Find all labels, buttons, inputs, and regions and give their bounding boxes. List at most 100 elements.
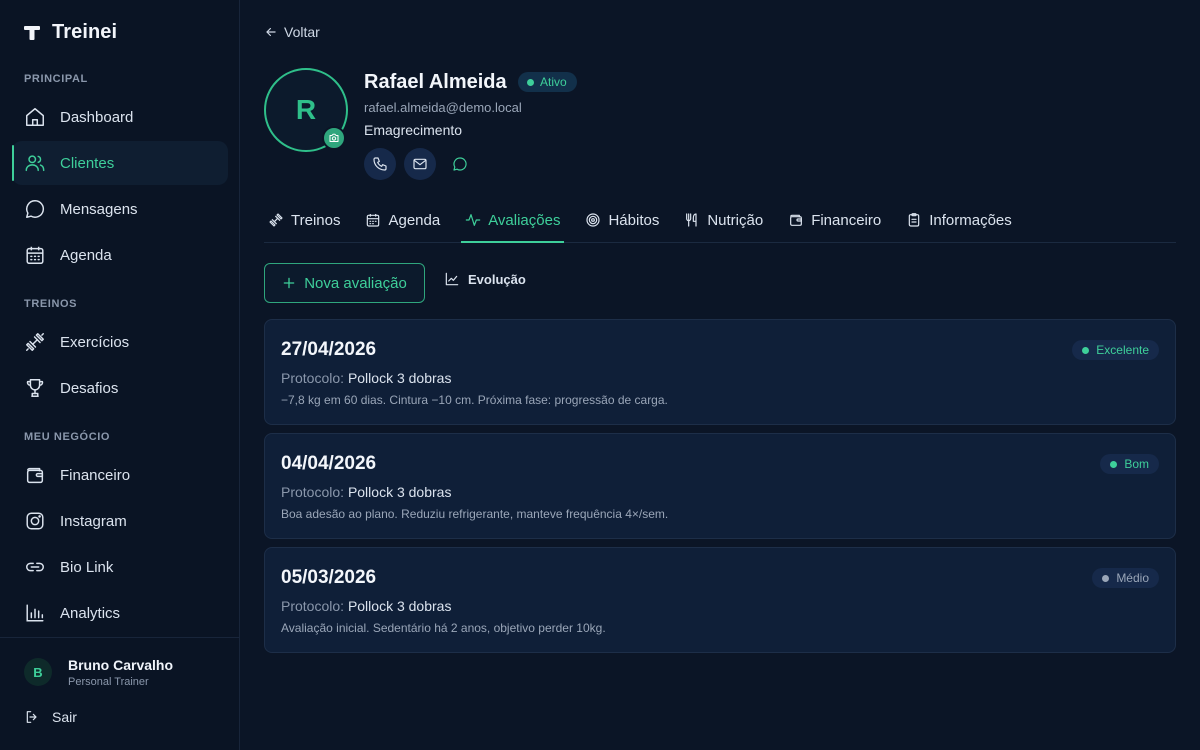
- protocol-value: Pollock 3 dobras: [347, 370, 452, 386]
- protocol-label: Protocolo:: [281, 370, 345, 386]
- sidebar-divider: [0, 637, 239, 638]
- tab-label: Treinos: [291, 211, 341, 229]
- tab-label: Informações: [929, 211, 1012, 229]
- logo-icon: [24, 25, 40, 40]
- utensils-icon: [686, 213, 697, 227]
- evolution-button[interactable]: Evolução: [444, 271, 526, 287]
- sidebar-item-instagram[interactable]: Instagram: [12, 499, 228, 543]
- evolution-label: Evolução: [468, 271, 526, 287]
- assessment-note: Boa adesão ao plano. Reduziu refrigerant…: [281, 507, 669, 521]
- wallet-icon: [26, 467, 44, 484]
- sidebar-item-exercicios[interactable]: Exercícios: [12, 320, 228, 364]
- email-button[interactable]: [404, 148, 436, 180]
- sidebar-item-label: Analytics: [60, 604, 121, 622]
- trophy-icon: [26, 379, 44, 397]
- camera-icon: [329, 133, 339, 142]
- assessment-protocol: Protocolo: Pollock 3 dobras: [281, 370, 451, 386]
- tab-avaliacoes[interactable]: Avaliações: [461, 198, 565, 243]
- sidebar-item-label: Bio Link: [60, 558, 114, 576]
- sidebar-item-label: Exercícios: [60, 333, 130, 351]
- sidebar-item-label: Instagram: [60, 512, 127, 530]
- assessment-note: −7,8 kg em 60 dias. Cintura −10 cm. Próx…: [281, 393, 668, 407]
- sidebar-item-clientes[interactable]: Clientes: [12, 141, 228, 185]
- rating-dot: [1082, 346, 1090, 354]
- sidebar-item-label: Clientes: [60, 154, 115, 172]
- tab-financeiro[interactable]: Financeiro: [784, 198, 885, 242]
- sidebar-item-label: Desafios: [60, 379, 119, 397]
- brand-name: Treinei: [52, 21, 118, 43]
- back-link[interactable]: Voltar: [264, 24, 320, 40]
- phone-icon: [373, 157, 387, 171]
- activity-icon: [465, 214, 481, 226]
- tab-nutricao[interactable]: Nutrição: [680, 198, 767, 242]
- rating-badge: Médio: [1092, 568, 1159, 588]
- sidebar-item-mensagens[interactable]: Mensagens: [12, 187, 228, 231]
- assessment-note: Avaliação inicial. Sedentário há 2 anos,…: [281, 621, 606, 635]
- message-icon: [26, 200, 45, 218]
- instagram-icon: [26, 512, 44, 530]
- client-name: Rafael Almeida: [364, 71, 507, 93]
- whatsapp-button[interactable]: [444, 148, 476, 180]
- protocol-label: Protocolo:: [281, 598, 345, 614]
- sidebar-item-bio-link[interactable]: Bio Link: [12, 545, 228, 589]
- logout-icon: [26, 711, 37, 723]
- rating-badge: Bom: [1100, 454, 1159, 474]
- sidebar-item-agenda[interactable]: Agenda: [12, 233, 228, 277]
- change-photo-button[interactable]: [322, 126, 346, 150]
- tab-label: Agenda: [388, 211, 441, 229]
- sidebar-item-label: Mensagens: [60, 200, 138, 218]
- status-label: Ativo: [540, 75, 567, 89]
- sidebar-item-label: Agenda: [60, 246, 112, 264]
- main-content: Voltar R Rafael Almeida Ativo rafael.alm…: [240, 0, 1200, 750]
- calendar-icon: [367, 214, 380, 227]
- wallet-icon: [790, 214, 803, 226]
- tab-agenda[interactable]: Agenda: [361, 198, 444, 242]
- tab-label: Hábitos: [608, 211, 660, 229]
- sidebar-item-dashboard[interactable]: Dashboard: [12, 95, 228, 139]
- user-name: Bruno Carvalho: [68, 657, 174, 673]
- call-button[interactable]: [364, 148, 396, 180]
- assessment-card[interactable]: 27/04/2026 Protocolo: Pollock 3 dobras −…: [264, 319, 1176, 425]
- rating-label: Médio: [1116, 571, 1149, 585]
- tab-habitos[interactable]: Hábitos: [581, 198, 663, 242]
- logout-label: Sair: [52, 709, 77, 725]
- sidebar-item-desafios[interactable]: Desafios: [12, 366, 228, 410]
- chart-icon: [26, 604, 44, 622]
- status-badge: Ativo: [518, 72, 577, 92]
- logout-button[interactable]: Sair: [24, 709, 77, 725]
- assessment-card[interactable]: 05/03/2026 Protocolo: Pollock 3 dobras A…: [264, 547, 1176, 653]
- rating-badge: Excelente: [1072, 340, 1159, 360]
- sidebar-item-financeiro[interactable]: Financeiro: [12, 453, 228, 497]
- tab-treinos[interactable]: Treinos: [264, 198, 344, 242]
- section-label-meu-negocio: MEU NEGÓCIO: [24, 431, 111, 443]
- sidebar-item-label: Dashboard: [60, 108, 134, 126]
- protocol-label: Protocolo:: [281, 484, 345, 500]
- section-label-principal: PRINCIPAL: [24, 73, 88, 85]
- rating-label: Bom: [1124, 457, 1149, 471]
- sidebar: Treinei PRINCIPAL Dashboard Clientes Men…: [0, 0, 240, 750]
- target-icon: [586, 213, 601, 227]
- tab-informacoes[interactable]: Informações: [902, 198, 1016, 242]
- sidebar-item-analytics[interactable]: Analytics: [12, 591, 228, 635]
- back-label: Voltar: [284, 24, 320, 40]
- client-email: rafael.almeida@demo.local: [364, 100, 522, 115]
- rating-label: Excelente: [1096, 343, 1149, 357]
- tab-label: Nutrição: [707, 211, 764, 229]
- rating-dot: [1102, 574, 1110, 582]
- brand[interactable]: Treinei: [24, 21, 117, 44]
- tab-bar: Treinos Agenda Avaliações Hábitos Nutriç…: [264, 198, 1176, 243]
- dumbbell-icon: [26, 333, 44, 351]
- mail-icon: [413, 158, 427, 170]
- protocol-value: Pollock 3 dobras: [347, 598, 452, 614]
- new-assessment-button[interactable]: Nova avaliação: [264, 263, 425, 303]
- assessment-card[interactable]: 04/04/2026 Protocolo: Pollock 3 dobras B…: [264, 433, 1176, 539]
- users-icon: [25, 155, 45, 172]
- rating-dot: [1110, 460, 1118, 468]
- tab-label: Financeiro: [811, 211, 882, 229]
- tab-label: Avaliações: [488, 211, 561, 229]
- plus-icon: [283, 277, 295, 289]
- protocol-value: Pollock 3 dobras: [347, 484, 452, 500]
- avatar[interactable]: B: [24, 658, 52, 686]
- new-assessment-label: Nova avaliação: [304, 274, 407, 292]
- line-chart-icon: [445, 272, 459, 286]
